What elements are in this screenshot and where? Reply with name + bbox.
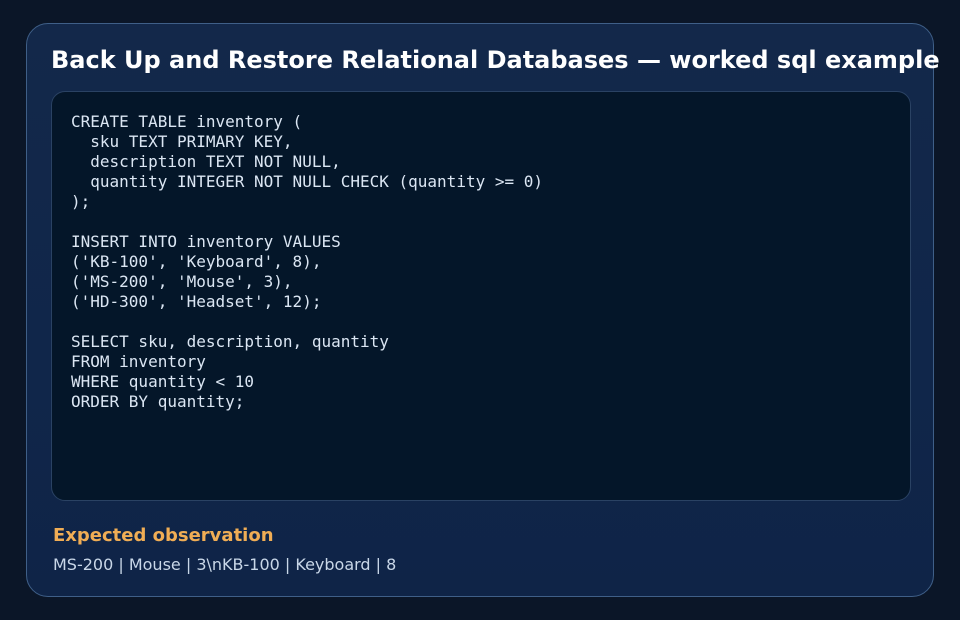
example-card: Back Up and Restore Relational Databases… xyxy=(26,23,940,597)
sql-code-block: CREATE TABLE inventory ( sku TEXT PRIMAR… xyxy=(71,112,544,411)
observation-value: MS-200 | Mouse | 3\nKB-100 | Keyboard | … xyxy=(53,555,397,574)
observation-heading: Expected observation xyxy=(53,525,274,546)
code-panel: CREATE TABLE inventory ( sku TEXT PRIMAR… xyxy=(51,91,911,501)
page-title: Back Up and Restore Relational Databases… xyxy=(51,46,940,74)
